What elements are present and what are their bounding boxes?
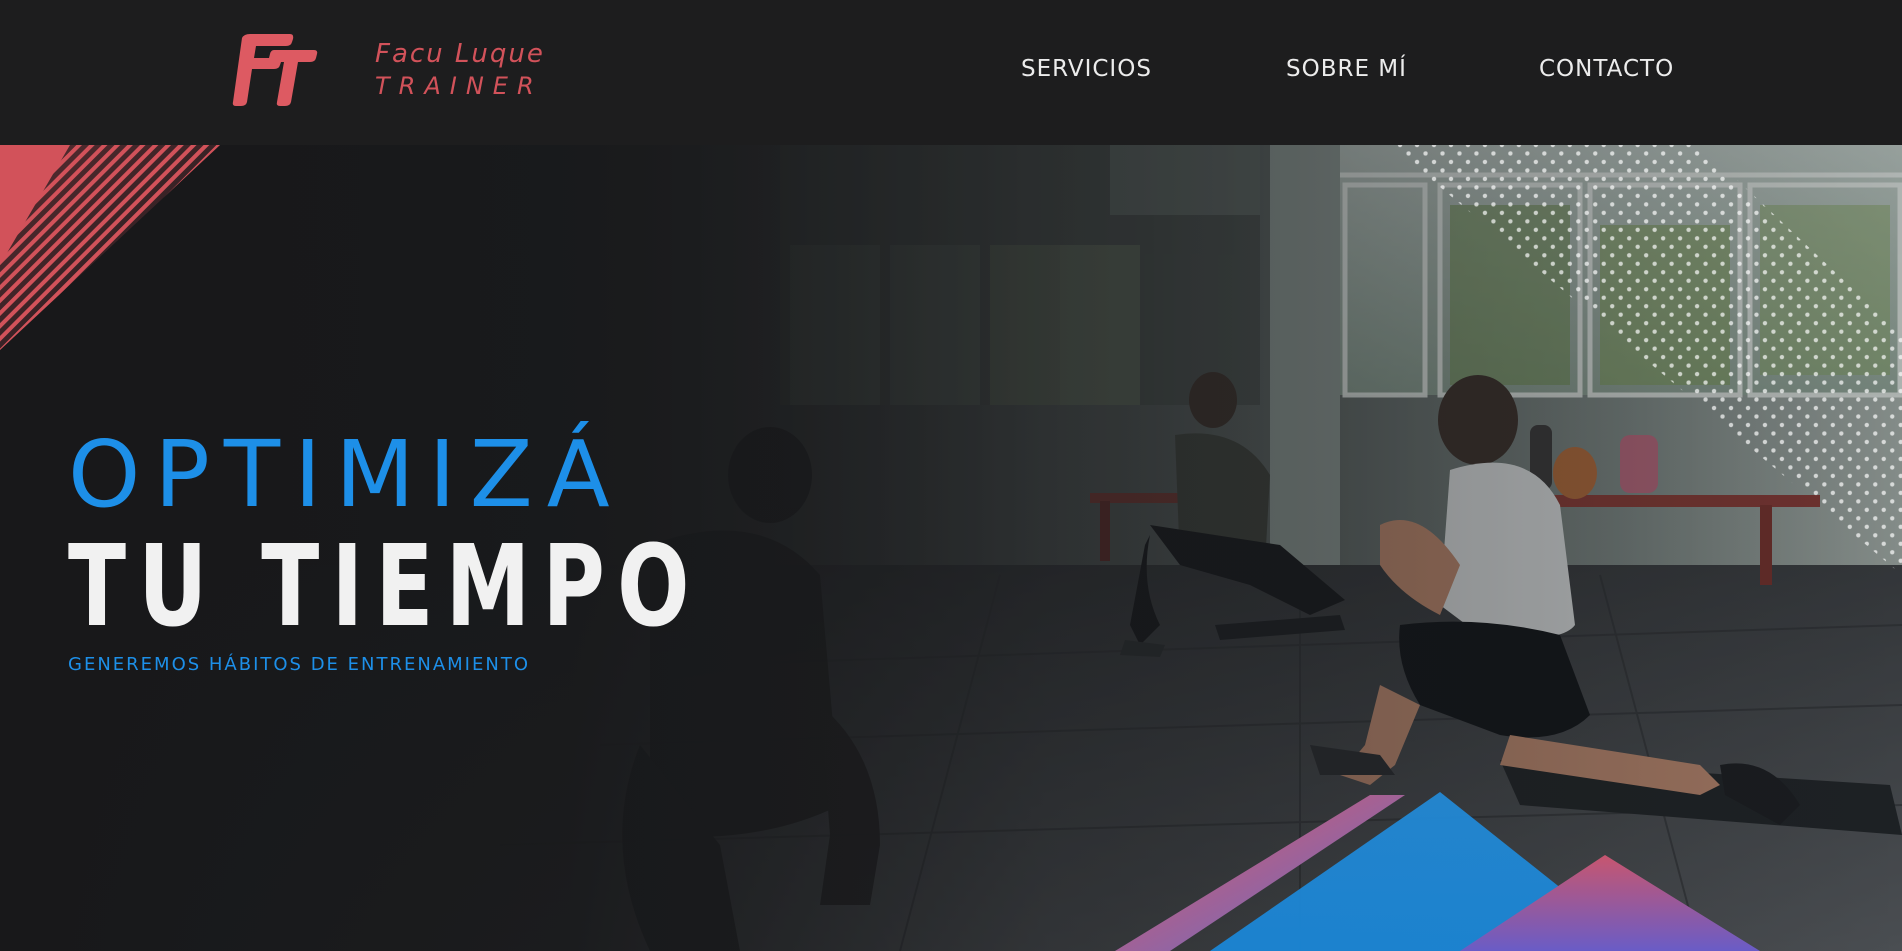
nav-item-contacto[interactable]: CONTACTO bbox=[1539, 54, 1674, 84]
site-header: Facu Luque TRAINER SERVICIOS SOBRE MÍ CO… bbox=[0, 0, 1902, 145]
nav-item-servicios[interactable]: SERVICIOS bbox=[1021, 54, 1152, 84]
hero-headline-line1: OPTIMIZÁ bbox=[68, 421, 624, 528]
main-nav: SERVICIOS SOBRE MÍ CONTACTO bbox=[0, 54, 1902, 84]
hero-section: OPTIMIZÁ TU TIEMPO GENEREMOS HÁBITOS DE … bbox=[0, 145, 1902, 951]
hero-headline-line2: TU TIEMPO bbox=[68, 522, 702, 652]
nav-item-sobre-mi[interactable]: SOBRE MÍ bbox=[1286, 54, 1407, 84]
hero-headline-block: OPTIMIZÁ TU TIEMPO GENEREMOS HÁBITOS DE … bbox=[68, 420, 868, 675]
hero-tagline: GENEREMOS HÁBITOS DE ENTRENAMIENTO bbox=[68, 654, 530, 675]
